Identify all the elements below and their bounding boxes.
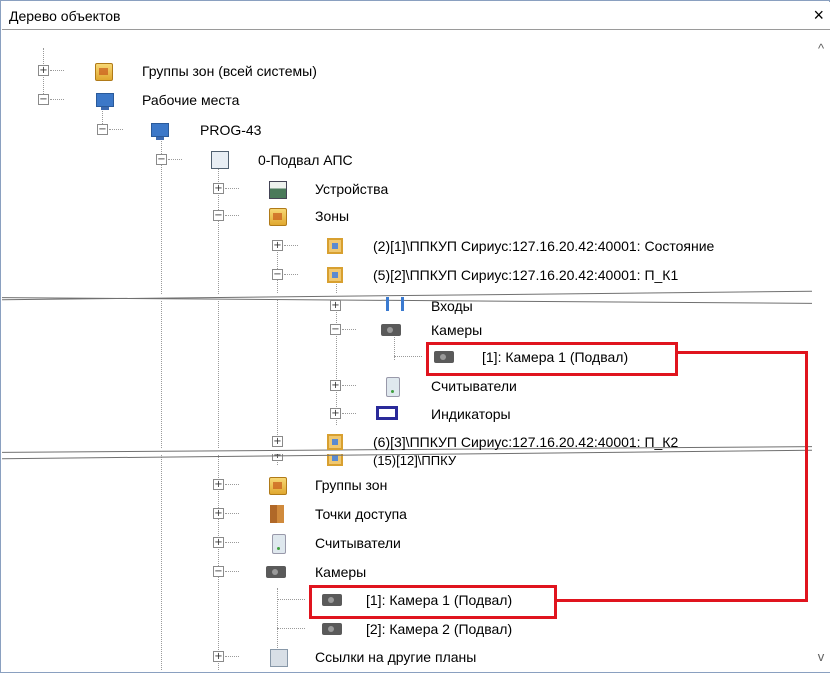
- collapse-icon[interactable]: −: [330, 324, 341, 335]
- reader-icon: [386, 377, 400, 397]
- tree-node-camera2[interactable]: [2]: Камера 2 (Подвал): [2, 617, 602, 643]
- tree-node-label: Устройства: [315, 181, 389, 197]
- scroll-down-icon[interactable]: v: [814, 650, 828, 664]
- tree-node-indicators[interactable]: + Индикаторы: [2, 402, 511, 428]
- tree-node-label: 0-Подвал АПС: [258, 152, 353, 168]
- expand-icon[interactable]: +: [213, 537, 224, 548]
- workstation-icon: [96, 93, 114, 110]
- tree-node-zone-2[interactable]: + (2)[1]\ППКУП Сириус:127.16.20.42:40001…: [2, 234, 812, 260]
- tree-node-label: PROG-43: [200, 122, 262, 138]
- highlight-connector: [557, 599, 808, 602]
- object-tree: + Группы зон (всей системы) − Рабочие ме…: [2, 30, 812, 672]
- reader-icon: [272, 534, 286, 554]
- expand-icon[interactable]: +: [330, 300, 341, 311]
- tree-node-cameras[interactable]: − Камеры: [2, 560, 502, 586]
- object-tree-panel: Дерево объектов × + Группы зон (всей сис…: [0, 0, 830, 673]
- expand-icon[interactable]: +: [272, 436, 283, 447]
- expand-icon[interactable]: +: [213, 183, 224, 194]
- tree-node-zones[interactable]: − Зоны: [2, 204, 502, 230]
- close-icon[interactable]: ×: [813, 5, 824, 25]
- zone-icon: [327, 434, 343, 450]
- highlight-connector: [678, 351, 808, 354]
- expand-icon[interactable]: +: [213, 651, 224, 662]
- zone-group-icon: [95, 63, 113, 81]
- zone-group-icon: [269, 477, 287, 495]
- tree-node-label: Группы зон: [315, 477, 388, 493]
- panel-title: Дерево объектов: [9, 8, 121, 24]
- tree-node-zone-groups[interactable]: + Группы зон: [2, 473, 502, 499]
- collapse-icon[interactable]: −: [213, 566, 224, 577]
- tree-node-label: [2]: Камера 2 (Подвал): [366, 621, 513, 637]
- tree-node-readers-inner[interactable]: + Считыватели: [2, 374, 517, 400]
- tree-node-devices[interactable]: + Устройства: [2, 177, 502, 203]
- collapse-icon[interactable]: −: [272, 269, 283, 280]
- tree-node-links-other-plans[interactable]: + Ссылки на другие планы: [2, 645, 502, 671]
- tree-node-label: Ссылки на другие планы: [315, 649, 477, 665]
- zone-icon: [327, 267, 343, 283]
- camera-icon: [381, 324, 401, 336]
- tree-node-readers[interactable]: + Считыватели: [2, 531, 502, 557]
- tree-node-label: Камеры: [431, 322, 483, 338]
- devices-icon: [269, 181, 287, 199]
- expand-icon[interactable]: +: [38, 65, 49, 76]
- expand-icon[interactable]: +: [330, 380, 341, 391]
- tree-node-workstations[interactable]: − Рабочие места: [2, 88, 502, 114]
- collapse-icon[interactable]: −: [213, 210, 224, 221]
- tree-node-zone-5[interactable]: − (5)[2]\ППКУП Сириус:127.16.20.42:40001…: [2, 263, 812, 289]
- zone-icon: [327, 238, 343, 254]
- zones-icon: [269, 208, 287, 226]
- tree-node-label: Входы: [431, 298, 473, 314]
- scroll-up-icon[interactable]: ^: [814, 42, 828, 56]
- highlight-box: [426, 342, 678, 376]
- camera-icon: [266, 566, 286, 578]
- tree-node-label: Считыватели: [315, 535, 401, 551]
- collapse-icon[interactable]: −: [38, 94, 49, 105]
- tree-node-prog43[interactable]: − PROG-43: [2, 118, 502, 144]
- tree-node-label: (2)[1]\ППКУП Сириус:127.16.20.42:40001: …: [373, 238, 715, 254]
- tree-node-zone-6[interactable]: + (6)[3]\ППКУП Сириус:127.16.20.42:40001…: [2, 430, 812, 456]
- collapse-icon[interactable]: −: [97, 124, 108, 135]
- link-icon: [270, 649, 288, 667]
- tree-node-zone-groups-all[interactable]: + Группы зон (всей системы): [2, 59, 502, 85]
- tree-node-access-points[interactable]: + Точки доступа: [2, 502, 502, 528]
- tree-node-label: Рабочие места: [142, 92, 240, 108]
- panel-titlebar: Дерево объектов ×: [2, 2, 830, 30]
- computer-icon: [151, 123, 169, 140]
- tree-node-label: Зоны: [315, 208, 350, 224]
- expand-icon[interactable]: +: [272, 240, 283, 251]
- highlight-box: [309, 585, 557, 619]
- inputs-icon: [386, 297, 404, 311]
- tree-node-label: Точки доступа: [315, 506, 407, 522]
- tree-node-label: Группы зон (всей системы): [142, 63, 317, 79]
- expand-icon[interactable]: +: [213, 508, 224, 519]
- plan-icon: [211, 151, 229, 169]
- door-icon: [270, 505, 284, 523]
- expand-icon[interactable]: +: [330, 408, 341, 419]
- vertical-scrollbar[interactable]: ^ v: [812, 30, 830, 672]
- tree-node-basement-aps[interactable]: − 0-Подвал АПС: [2, 148, 502, 174]
- highlight-connector: [805, 351, 808, 602]
- tree-node-label: Камеры: [315, 564, 367, 580]
- collapse-icon[interactable]: −: [156, 154, 167, 165]
- tree-node-label: Считыватели: [431, 378, 517, 394]
- tree-node-label: (6)[3]\ППКУП Сириус:127.16.20.42:40001: …: [373, 434, 679, 450]
- monitor-icon: [376, 406, 398, 420]
- tree-node-inputs[interactable]: + Входы: [2, 292, 502, 318]
- tree-node-label: (5)[2]\ППКУП Сириус:127.16.20.42:40001: …: [373, 267, 679, 283]
- tree-node-label: Индикаторы: [431, 406, 511, 422]
- expand-icon[interactable]: +: [213, 479, 224, 490]
- camera-icon: [322, 623, 342, 635]
- tree-node-cameras-inner[interactable]: − Камеры: [2, 318, 502, 344]
